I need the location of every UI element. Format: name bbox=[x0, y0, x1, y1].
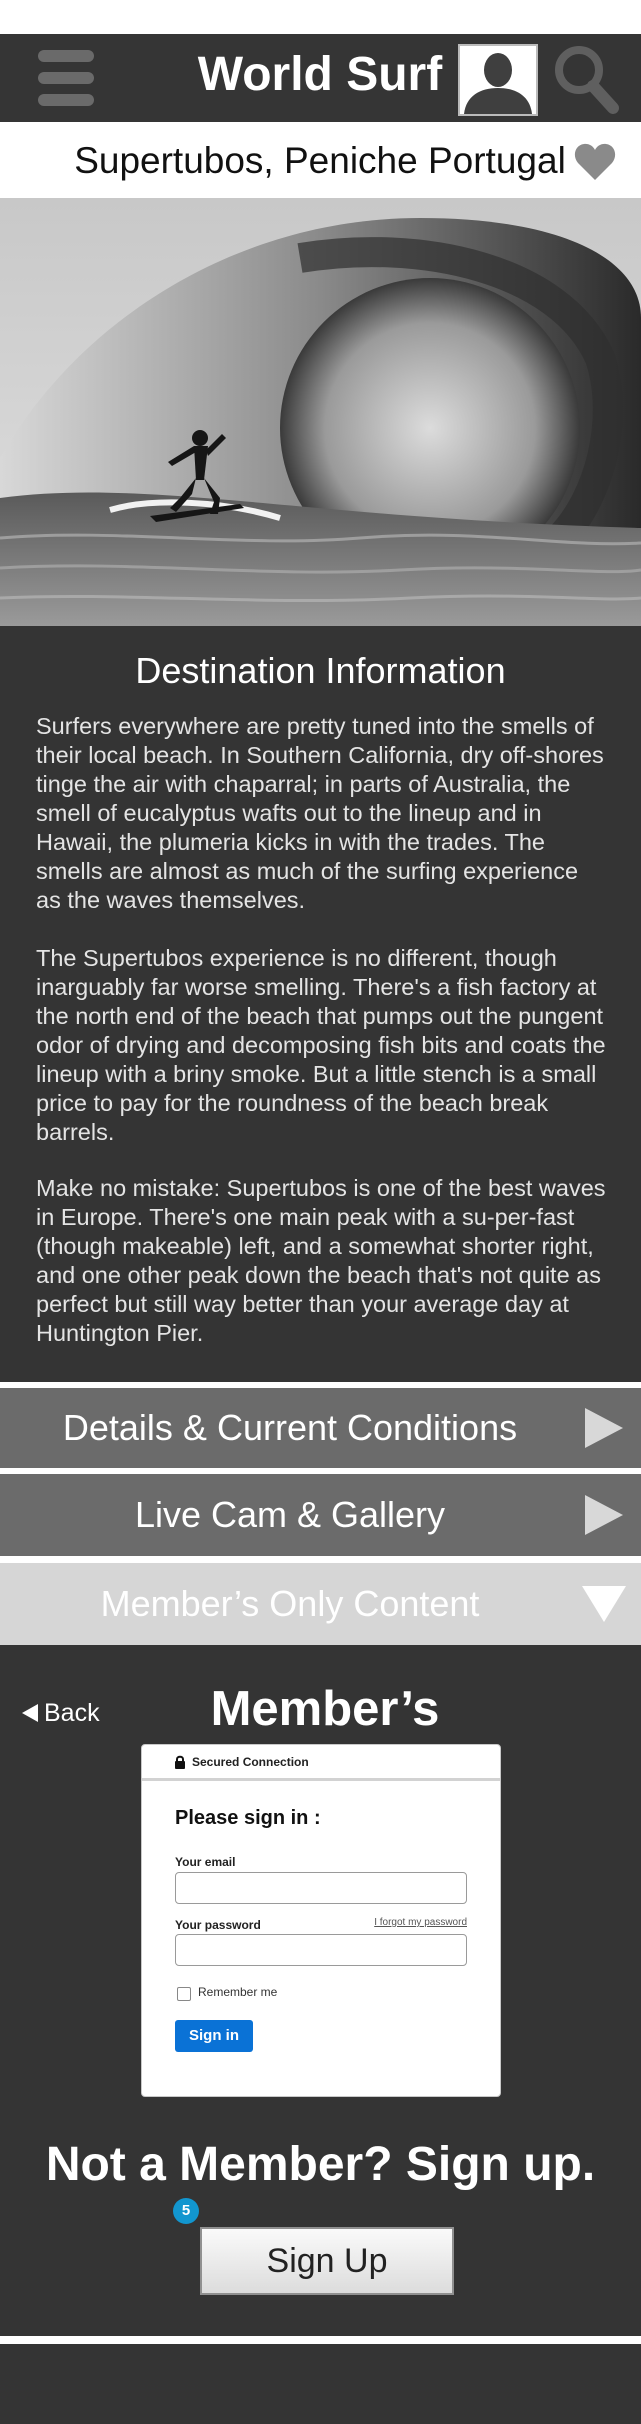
forgot-password-link[interactable]: I forgot my password bbox=[374, 1917, 467, 1928]
signin-heading: Please sign in : bbox=[175, 1807, 321, 1829]
back-arrow-icon bbox=[22, 1704, 38, 1722]
sign-up-button[interactable]: Sign Up bbox=[200, 2227, 454, 2295]
back-label: Back bbox=[44, 1699, 100, 1727]
login-card: Secured Connection Please sign in : Your… bbox=[141, 1744, 501, 2097]
lock-icon bbox=[175, 1755, 185, 1769]
accordion-live-cam-gallery[interactable]: Live Cam & Gallery bbox=[0, 1474, 641, 1556]
hamburger-menu-icon[interactable] bbox=[38, 50, 94, 106]
remember-me-checkbox[interactable] bbox=[177, 1987, 191, 2001]
login-title: Member’s Login bbox=[210, 1682, 440, 1802]
accordion-label: Live Cam & Gallery bbox=[134, 1494, 446, 1535]
remember-me-label: Remember me bbox=[198, 1985, 278, 1999]
back-link[interactable]: Back bbox=[22, 1693, 112, 1733]
section-divider bbox=[0, 1468, 641, 1474]
section-divider bbox=[0, 2336, 641, 2344]
triangle-down-icon bbox=[582, 1586, 626, 1627]
step-badge: 5 bbox=[173, 2198, 199, 2224]
sign-in-button[interactable]: Sign in bbox=[175, 2020, 253, 2052]
search-icon[interactable] bbox=[553, 44, 619, 114]
info-paragraph: The Supertubos experience is no differen… bbox=[36, 945, 606, 1145]
page-footer bbox=[0, 2344, 641, 2424]
accordion-label: Member’s Only Content bbox=[100, 1583, 480, 1624]
section-divider bbox=[0, 1556, 641, 1563]
surfer-in-barrel-wave-photo bbox=[0, 198, 641, 626]
password-label: Your password bbox=[175, 1918, 261, 1932]
email-label: Your email bbox=[175, 1855, 236, 1869]
signup-heading: Not a Member? Sign up. bbox=[45, 2138, 596, 2191]
triangle-right-icon bbox=[585, 1495, 623, 1540]
info-paragraph: Make no mistake: Supertubos is one of th… bbox=[36, 1175, 606, 1346]
info-paragraph: Surfers everywhere are pretty tuned into… bbox=[36, 713, 604, 913]
app-title: World Surf bbox=[197, 48, 443, 101]
heart-icon[interactable] bbox=[574, 143, 616, 181]
user-avatar-icon[interactable] bbox=[458, 44, 538, 116]
password-field[interactable] bbox=[175, 1934, 467, 1966]
destination-info-heading: Destination Information bbox=[135, 650, 506, 691]
secure-connection-header: Secured Connection bbox=[142, 1745, 500, 1781]
accordion-members-only[interactable]: Member’s Only Content bbox=[0, 1563, 641, 1645]
section-divider bbox=[0, 1382, 641, 1388]
email-field[interactable] bbox=[175, 1872, 467, 1904]
accordion-details-conditions[interactable]: Details & Current Conditions bbox=[0, 1388, 641, 1468]
accordion-label: Details & Current Conditions bbox=[62, 1407, 518, 1448]
location-title: Supertubos, Peniche Portugal bbox=[74, 140, 566, 181]
secure-connection-label: Secured Connection bbox=[192, 1754, 309, 1769]
triangle-right-icon bbox=[585, 1408, 623, 1453]
